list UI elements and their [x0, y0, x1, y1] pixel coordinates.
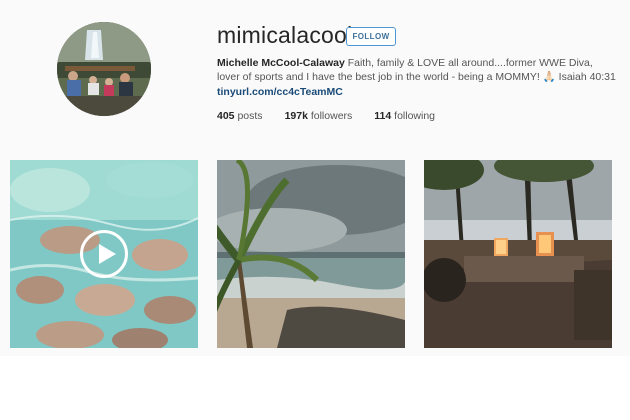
avatar-photo	[57, 22, 151, 116]
profile-stats: 405 posts 197k followers 114 following	[217, 110, 435, 122]
post-tile-image[interactable]	[424, 160, 612, 348]
username: mimicalacool	[217, 22, 353, 48]
post-image-beach-storm	[217, 160, 405, 348]
posts-stat: 405 posts	[217, 110, 263, 122]
play-icon[interactable]	[80, 230, 128, 278]
post-tile-video[interactable]	[10, 160, 198, 348]
full-name: Michelle McCool-Calaway	[217, 57, 345, 69]
posts-count: 405	[217, 110, 235, 122]
bio: Michelle McCool-Calaway Faith, family & …	[217, 56, 617, 99]
followers-stat[interactable]: 197k followers	[285, 110, 353, 122]
post-image-lanterns	[424, 160, 612, 348]
profile-link[interactable]: tinyurl.com/cc4cTeamMC	[217, 85, 617, 99]
post-tile-image[interactable]	[217, 160, 405, 348]
profile-avatar[interactable]	[57, 22, 151, 116]
posts-label: posts	[237, 110, 263, 122]
following-label: following	[394, 110, 436, 122]
followers-count: 197k	[284, 110, 308, 122]
follow-button[interactable]: FOLLOW	[346, 27, 396, 46]
following-stat[interactable]: 114 following	[374, 110, 435, 122]
followers-label: followers	[310, 110, 353, 122]
following-count: 114	[374, 110, 392, 122]
